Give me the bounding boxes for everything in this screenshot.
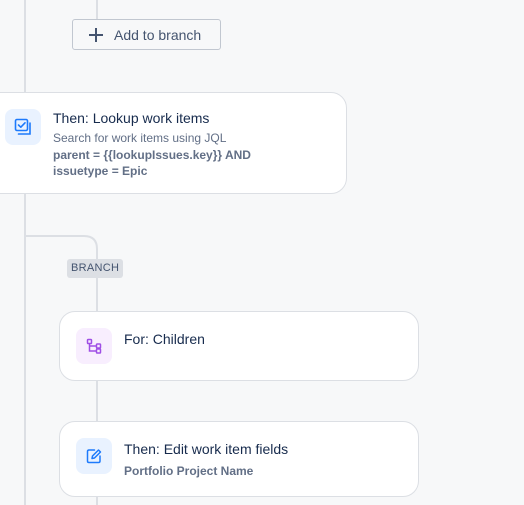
lookup-work-items-card[interactable]: Then: Lookup work items Search for work … [0,92,347,194]
for-children-card[interactable]: For: Children [59,311,419,381]
branch-label: BRANCH [67,259,124,278]
branch-connector-bottom [96,496,98,505]
branch-connector-vertical [96,278,98,312]
main-connector-line [24,0,26,92]
add-to-branch-button[interactable]: Add to branch [72,19,221,50]
lookup-card-query: parent = {{lookupIssues.key}} AND issuet… [53,148,251,178]
edit-icon [76,438,112,474]
edit-card-field: Portfolio Project Name [124,464,254,478]
lookup-issues-icon [5,109,41,145]
edit-card-title: Then: Edit work item fields [124,441,289,457]
lookup-card-title: Then: Lookup work items [53,110,210,126]
branch-curve [24,226,98,260]
top-branch-line [96,0,98,19]
add-to-branch-label: Add to branch [114,26,202,43]
branch-children-icon [76,328,112,364]
edit-work-item-fields-card[interactable]: Then: Edit work item fields Portfolio Pr… [59,421,419,497]
plus-icon [89,27,103,42]
lookup-card-subtitle: Search for work items using JQL [53,131,227,145]
branch-connector-middle [96,380,98,422]
for-card-title: For: Children [124,331,205,347]
